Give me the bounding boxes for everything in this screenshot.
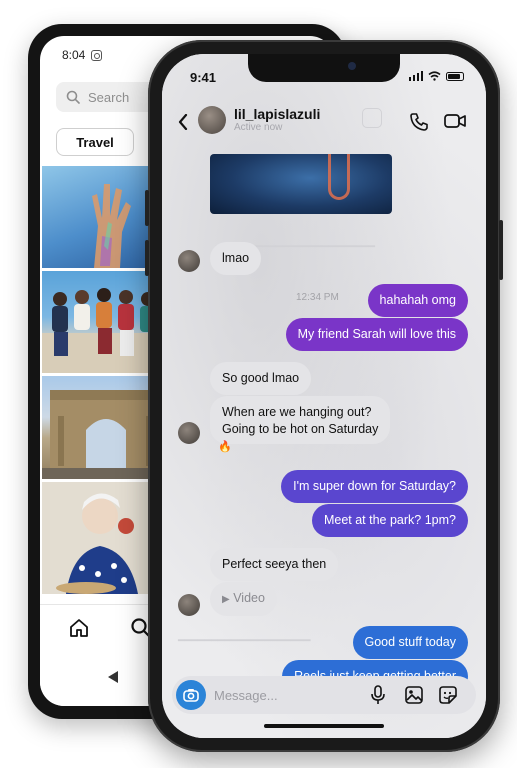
- power-button: [499, 220, 503, 280]
- message-line: Going to be hot on Saturday: [222, 422, 379, 436]
- sender-avatar[interactable]: [178, 250, 200, 272]
- message-out[interactable]: Good stuff today: [352, 626, 468, 659]
- front-phone: ━━━━━━━━━━━━━━━━━━━━━━━━ ♡ ◯ ▽ ━━━━━━━━━…: [145, 40, 503, 752]
- sender-avatar[interactable]: [178, 422, 200, 444]
- anatomy-illustration: [328, 154, 350, 200]
- message-out[interactable]: My friend Sarah will love this: [285, 318, 468, 351]
- battery-icon: [446, 71, 464, 81]
- message-in[interactable]: lmao: [210, 242, 262, 275]
- android-back-icon[interactable]: [106, 670, 120, 684]
- video-message[interactable]: ▶ Video: [210, 582, 277, 616]
- search-icon: [66, 90, 80, 104]
- play-icon: ▶: [222, 594, 230, 605]
- contact-active-status: Active now: [234, 122, 283, 133]
- chip-travel[interactable]: Travel: [56, 128, 134, 156]
- volume-up-button: [145, 190, 149, 226]
- message-composer: [172, 676, 476, 714]
- dm-screen: ━━━━━━━━━━━━━━━━━━━━━━━━ ♡ ◯ ▽ ━━━━━━━━━…: [162, 54, 486, 738]
- message-out[interactable]: hahahah omg: [367, 284, 468, 317]
- message-out[interactable]: I'm super down for Saturday?: [281, 470, 468, 503]
- volume-down-button: [145, 240, 149, 276]
- contact-avatar[interactable]: [198, 106, 226, 134]
- message-in[interactable]: Perfect seeya then: [210, 548, 339, 581]
- wifi-icon: [428, 71, 441, 81]
- fire-emoji-reaction: 🔥: [218, 441, 232, 453]
- camera-button[interactable]: [176, 680, 206, 710]
- message-out[interactable]: Meet at the park? 1pm?: [311, 504, 468, 537]
- home-indicator[interactable]: [264, 724, 384, 728]
- status-icons: [408, 71, 464, 81]
- faded-add-icon: [362, 108, 382, 128]
- video-call-icon[interactable]: [444, 113, 466, 129]
- message-line: When are we hanging out?: [222, 405, 372, 419]
- message-timestamp: 12:34 PM: [296, 292, 339, 303]
- camera-icon: [183, 689, 199, 702]
- chat-header: lil_lapislazuli Active now: [162, 102, 486, 146]
- phone-call-icon[interactable]: [409, 112, 429, 132]
- camera-status-icon: [91, 49, 103, 61]
- microphone-icon[interactable]: [370, 685, 386, 705]
- sender-avatar[interactable]: [178, 594, 200, 616]
- faded-bg-caption: ━━━━━━━━━━━━━━━━━━━━: [178, 635, 311, 647]
- message-in-multiline[interactable]: When are we hanging out? Going to be hot…: [210, 396, 391, 444]
- back-arrow-icon[interactable]: [178, 114, 188, 130]
- back-status-time: 8:04: [62, 48, 86, 62]
- contact-username[interactable]: lil_lapislazuli: [234, 106, 320, 122]
- home-icon[interactable]: [68, 617, 90, 639]
- status-time: 9:41: [190, 70, 217, 85]
- shared-media-thumbnail[interactable]: [210, 154, 392, 214]
- signal-icon: [408, 71, 423, 81]
- message-in[interactable]: So good lmao: [210, 362, 312, 395]
- notch: [248, 54, 400, 82]
- gallery-icon[interactable]: [404, 685, 424, 705]
- sticker-icon[interactable]: [438, 685, 458, 705]
- message-input[interactable]: [214, 685, 334, 705]
- video-label: Video: [233, 591, 265, 605]
- back-status-bar: 8:04: [62, 48, 103, 62]
- search-placeholder: Search: [88, 89, 130, 105]
